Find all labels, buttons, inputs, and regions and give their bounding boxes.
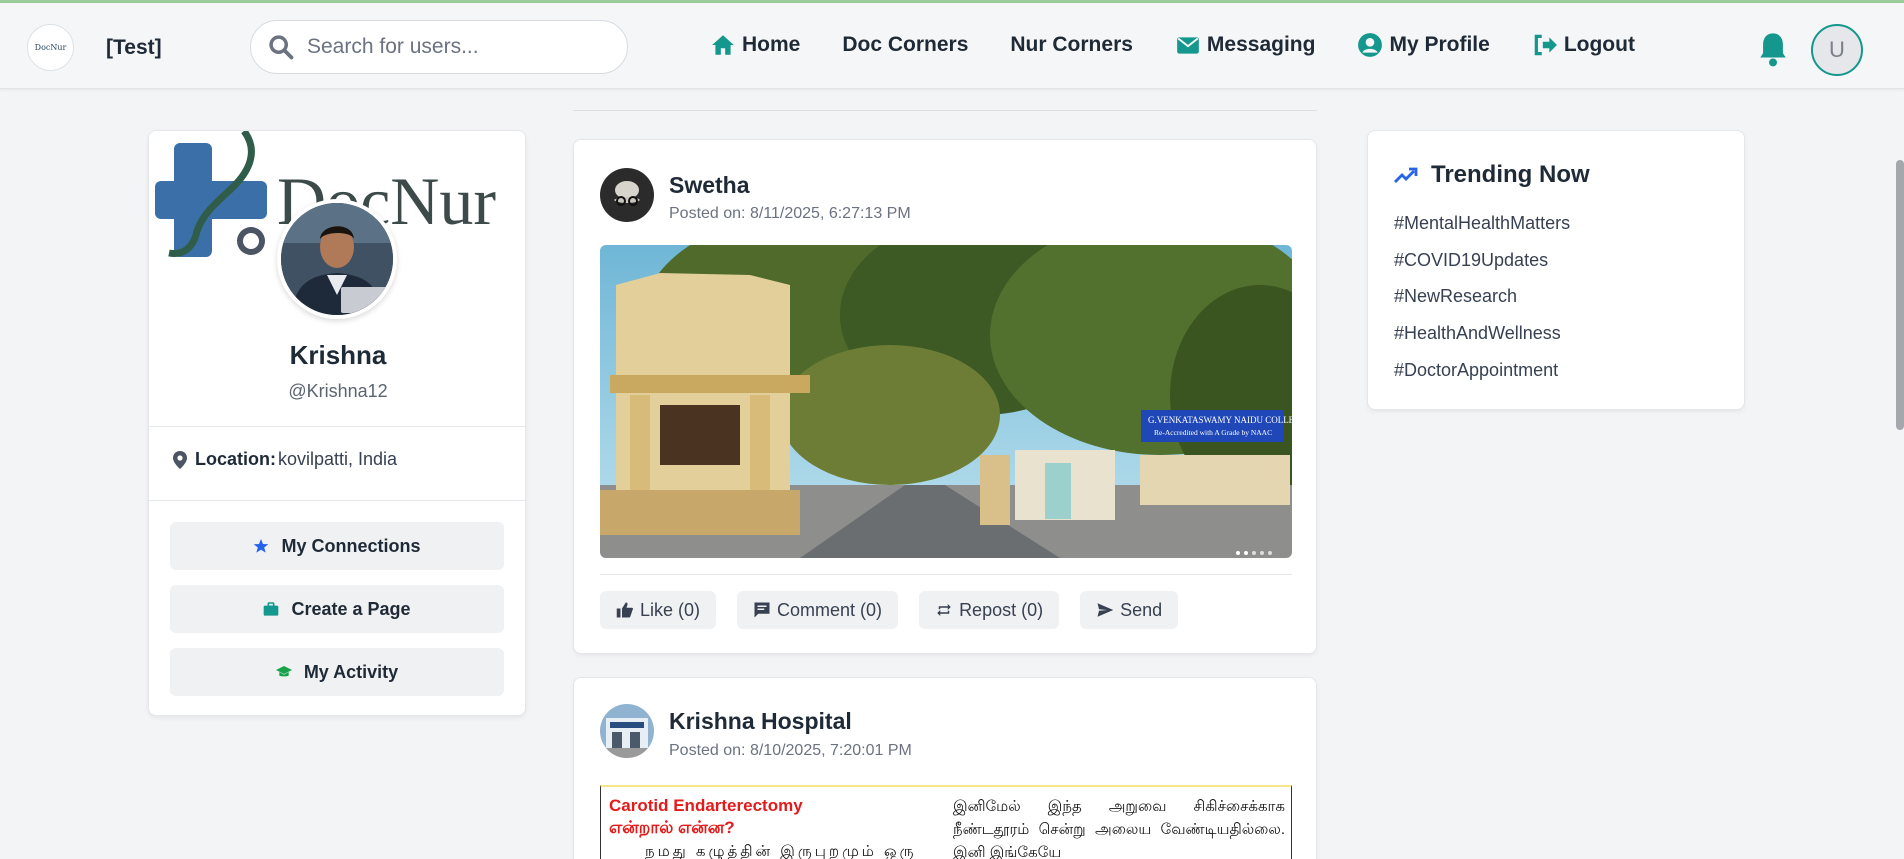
post-author-avatar[interactable] xyxy=(600,704,654,758)
trending-title-text: Trending Now xyxy=(1431,161,1590,188)
doc-title-line-2: என்றால் என்ன? xyxy=(609,818,735,837)
profile-handle: @Krishna12 xyxy=(288,381,388,401)
doc-column-1-text: நமது கழுத்தின் இருபுறமும் ஒரு xyxy=(645,843,917,859)
nav-nur-corners[interactable]: Nur Corners xyxy=(1010,33,1133,57)
nav-nur-corners-label: Nur Corners xyxy=(1010,33,1133,56)
college-sign-text-2: Re-Accredited with A Grade by NAAC xyxy=(1154,428,1272,437)
repost-icon xyxy=(937,604,951,616)
send-icon xyxy=(1097,603,1114,617)
my-connections-button[interactable]: My Connections xyxy=(170,522,504,570)
feed-top-divider xyxy=(573,110,1317,111)
comment-label: Comment (0) xyxy=(777,599,883,620)
doc-column-2-text: இனிமேல் இந்த அறுவை சிகிச்சைக்காக நீண்டதூ… xyxy=(953,798,1285,859)
post-divider xyxy=(600,574,1292,575)
nav-my-profile-label: My Profile xyxy=(1389,33,1490,56)
post-actions: Like (0) Comment (0) Repost (0) Send xyxy=(600,591,1199,629)
my-connections-label: My Connections xyxy=(281,535,421,556)
trending-up-icon xyxy=(1394,167,1418,183)
logo-text: DocNur xyxy=(34,43,67,52)
briefcase-icon xyxy=(264,602,279,616)
bell-icon[interactable] xyxy=(1756,30,1790,68)
trending-title: Trending Now xyxy=(1394,161,1590,189)
profile-location: Location: kovilpatti, India xyxy=(173,449,397,470)
star-icon xyxy=(254,539,269,553)
search-bar xyxy=(250,20,628,74)
doc-title: Carotid Endarterectomy என்றால் என்ன? xyxy=(609,795,939,839)
post-timestamp: Posted on: 8/11/2025, 6:27:13 PM xyxy=(669,205,911,222)
top-navbar: DocNur [Test] Home Doc Corners Nur Corne… xyxy=(0,3,1904,89)
app-logo[interactable]: DocNur xyxy=(27,24,74,71)
location-label: Location: xyxy=(195,449,276,469)
profile-photo[interactable] xyxy=(277,199,397,319)
trending-tag[interactable]: #NewResearch xyxy=(1394,286,1517,307)
feed-post: Swetha Posted on: 8/11/2025, 6:27:13 PM xyxy=(573,139,1317,654)
map-pin-icon xyxy=(173,450,187,469)
trending-tag[interactable]: #HealthAndWellness xyxy=(1394,323,1561,344)
nav-my-profile[interactable]: My Profile xyxy=(1357,32,1490,58)
my-activity-button[interactable]: My Activity xyxy=(170,648,504,696)
profile-name[interactable]: Krishna xyxy=(149,340,525,371)
send-label: Send xyxy=(1120,599,1163,620)
send-button[interactable]: Send xyxy=(1080,591,1179,629)
logout-icon xyxy=(1534,34,1557,56)
trending-card: Trending Now #MentalHealthMatters #COVID… xyxy=(1367,130,1745,410)
thumbs-up-icon xyxy=(616,602,633,618)
post-image[interactable]: G.VENKATASWAMY NAIDU COLLEGE Re-Accredit… xyxy=(600,245,1292,558)
user-circle-icon xyxy=(1358,33,1383,57)
divider xyxy=(149,500,525,501)
page-scrollbar[interactable] xyxy=(1896,160,1904,430)
search-input[interactable] xyxy=(307,35,607,59)
comment-button[interactable]: Comment (0) xyxy=(737,591,899,629)
my-activity-label: My Activity xyxy=(303,661,399,682)
nav-home[interactable]: Home xyxy=(710,32,800,58)
trending-tag[interactable]: #COVID19Updates xyxy=(1394,250,1548,271)
post-timestamp: Posted on: 8/10/2025, 7:20:01 PM xyxy=(669,742,912,759)
post-author-name[interactable]: Swetha xyxy=(669,172,750,199)
nav-messaging[interactable]: Messaging xyxy=(1175,32,1316,58)
nav-doc-corners[interactable]: Doc Corners xyxy=(842,33,968,57)
home-icon xyxy=(712,35,734,55)
comment-icon xyxy=(754,602,770,618)
nav-doc-corners-label: Doc Corners xyxy=(842,33,969,56)
graduation-cap-icon xyxy=(275,666,292,677)
repost-button[interactable]: Repost (0) xyxy=(919,591,1060,629)
repost-label: Repost (0) xyxy=(959,599,1044,620)
post-author-avatar[interactable] xyxy=(600,168,654,222)
feed-post: Krishna Hospital Posted on: 8/10/2025, 7… xyxy=(573,677,1317,859)
post-document-image[interactable]: Carotid Endarterectomy என்றால் என்ன? நமத… xyxy=(600,785,1292,859)
nav-logout-label: Logout xyxy=(1563,33,1635,56)
trending-tag[interactable]: #MentalHealthMatters xyxy=(1394,213,1570,234)
user-avatar[interactable]: U xyxy=(1811,24,1863,76)
college-sign-text-1: G.VENKATASWAMY NAIDU COLLEGE xyxy=(1148,415,1292,425)
envelope-icon xyxy=(1177,37,1199,54)
nav-messaging-label: Messaging xyxy=(1206,33,1316,56)
brand-name[interactable]: [Test] xyxy=(106,36,162,60)
profile-card: DocNur Krishna @Krishna12 Location: kovi… xyxy=(148,130,526,716)
main-nav: Home Doc Corners Nur Corners Messaging M… xyxy=(710,32,1677,58)
doc-title-line-1: Carotid Endarterectomy xyxy=(609,796,803,815)
like-label: Like (0) xyxy=(640,599,701,620)
create-page-button[interactable]: Create a Page xyxy=(170,585,504,633)
nav-logout[interactable]: Logout xyxy=(1532,32,1635,58)
post-author-name[interactable]: Krishna Hospital xyxy=(669,708,852,735)
divider xyxy=(149,426,525,427)
trending-tag[interactable]: #DoctorAppointment xyxy=(1394,360,1558,381)
nav-home-label: Home xyxy=(742,33,801,56)
create-page-label: Create a Page xyxy=(291,598,411,619)
like-button[interactable]: Like (0) xyxy=(600,591,717,629)
search-icon xyxy=(269,35,294,60)
location-value: kovilpatti, India xyxy=(278,449,398,469)
